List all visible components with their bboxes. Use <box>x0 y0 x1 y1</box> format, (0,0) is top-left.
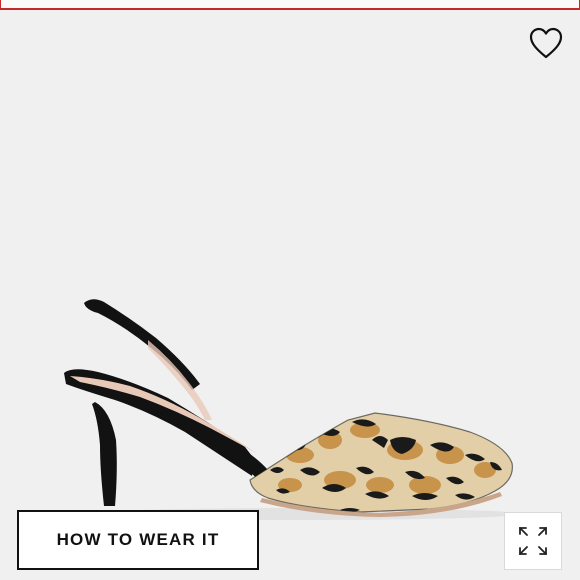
expand-image-button[interactable] <box>504 512 562 570</box>
expand-arrows-icon <box>519 527 547 555</box>
top-bar <box>0 0 580 10</box>
heart-outline-icon <box>529 27 563 59</box>
how-to-wear-it-button[interactable]: HOW TO WEAR IT <box>17 510 259 570</box>
product-image-viewer: HOW TO WEAR IT <box>0 0 580 580</box>
favorite-button[interactable] <box>528 26 564 60</box>
product-photo[interactable] <box>0 280 580 530</box>
vamp-edge <box>205 430 268 480</box>
heel-counter <box>64 369 255 476</box>
how-to-wear-it-label: HOW TO WEAR IT <box>56 530 220 549</box>
heel <box>92 402 117 506</box>
